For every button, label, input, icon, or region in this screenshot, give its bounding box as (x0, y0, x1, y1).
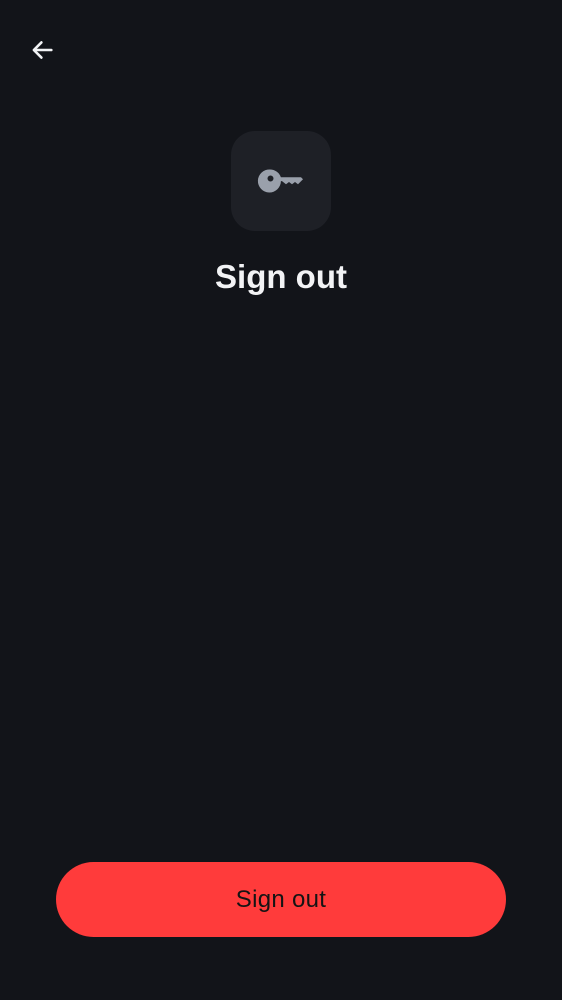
arrow-left-icon (32, 41, 53, 59)
sign-out-button[interactable]: Sign out (56, 862, 506, 937)
key-icon-tile (231, 131, 331, 231)
back-button[interactable] (18, 26, 66, 74)
sign-out-screen: Sign out Sign out (0, 0, 562, 1000)
page-title: Sign out (215, 258, 347, 295)
key-icon (257, 169, 303, 193)
